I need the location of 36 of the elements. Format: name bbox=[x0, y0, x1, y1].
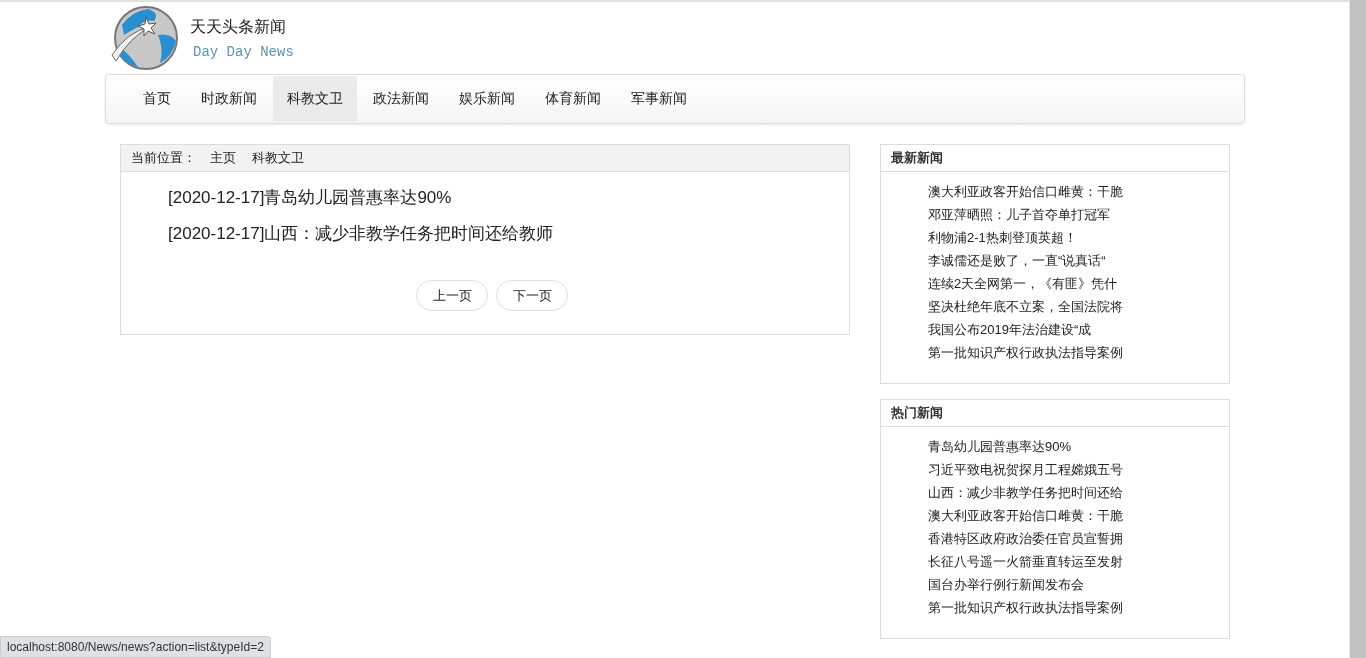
news-link[interactable]: 邓亚萍晒照：儿子首夺单打冠军 bbox=[928, 203, 1229, 226]
panel-title: 热门新闻 bbox=[881, 400, 1229, 427]
article-link[interactable]: [2020-12-17]青岛幼儿园普惠率达90% bbox=[168, 186, 849, 210]
nav-tab[interactable]: 时政新闻 bbox=[187, 76, 271, 122]
news-link[interactable]: 利物浦2-1热刺登顶英超！ bbox=[928, 226, 1229, 249]
article-link[interactable]: [2020-12-17]山西：减少非教学任务把时间还给教师 bbox=[168, 222, 849, 246]
pager-button[interactable]: 上一页 bbox=[416, 280, 488, 311]
nav-tab[interactable]: 政法新闻 bbox=[359, 76, 443, 122]
nav-tab[interactable]: 首页 bbox=[129, 76, 185, 122]
news-link[interactable]: 澳大利亚政客开始信口雌黄：干脆 bbox=[928, 504, 1229, 527]
news-link[interactable]: 山西：减少非教学任务把时间还给 bbox=[928, 481, 1229, 504]
news-link[interactable]: 澳大利亚政客开始信口雌黄：干脆 bbox=[928, 180, 1229, 203]
nav-tab[interactable]: 体育新闻 bbox=[531, 76, 615, 122]
news-link[interactable]: 连续2天全网第一，《有匪》凭什 bbox=[928, 272, 1229, 295]
news-link[interactable]: 香港特区政府政治委任官员宣誓拥 bbox=[928, 527, 1229, 550]
nav-tab[interactable]: 军事新闻 bbox=[617, 76, 701, 122]
scrollbar[interactable] bbox=[1349, 0, 1366, 658]
nav-tab[interactable]: 科教文卫 bbox=[273, 76, 357, 122]
site-title: 天天头条新闻 bbox=[190, 16, 287, 37]
news-link[interactable]: 国台办举行例行新闻发布会 bbox=[928, 573, 1229, 596]
news-link[interactable]: 习近平致电祝贺探月工程嫦娥五号 bbox=[928, 458, 1229, 481]
news-link[interactable]: 坚决杜绝年底不立案，全国法院将 bbox=[928, 295, 1229, 318]
news-link[interactable]: 第一批知识产权行政执法指导案例 bbox=[928, 596, 1229, 619]
news-link[interactable]: 我国公布2019年法治建设“成 bbox=[928, 318, 1229, 341]
pager-button[interactable]: 下一页 bbox=[496, 280, 568, 311]
site-subtitle: Day Day News bbox=[193, 43, 294, 60]
status-url: localhost:8080/News/news?action=list&typeId=2 bbox=[0, 636, 271, 658]
breadcrumb-link[interactable]: 科教文卫 bbox=[252, 149, 304, 167]
breadcrumb-label: 当前位置： bbox=[131, 149, 196, 167]
news-link[interactable]: 第一批知识产权行政执法指导案例 bbox=[928, 341, 1229, 364]
nav-tab[interactable]: 娱乐新闻 bbox=[445, 76, 529, 122]
news-link[interactable]: 长征八号遥一火箭垂直转运至发射 bbox=[928, 550, 1229, 573]
news-link[interactable]: 李诚儒还是败了，一直“说真话“ bbox=[928, 249, 1229, 272]
news-link[interactable]: 青岛幼儿园普惠率达90% bbox=[928, 435, 1229, 458]
panel-title: 最新新闻 bbox=[881, 145, 1229, 172]
breadcrumb-link[interactable]: 主页 bbox=[210, 149, 236, 167]
